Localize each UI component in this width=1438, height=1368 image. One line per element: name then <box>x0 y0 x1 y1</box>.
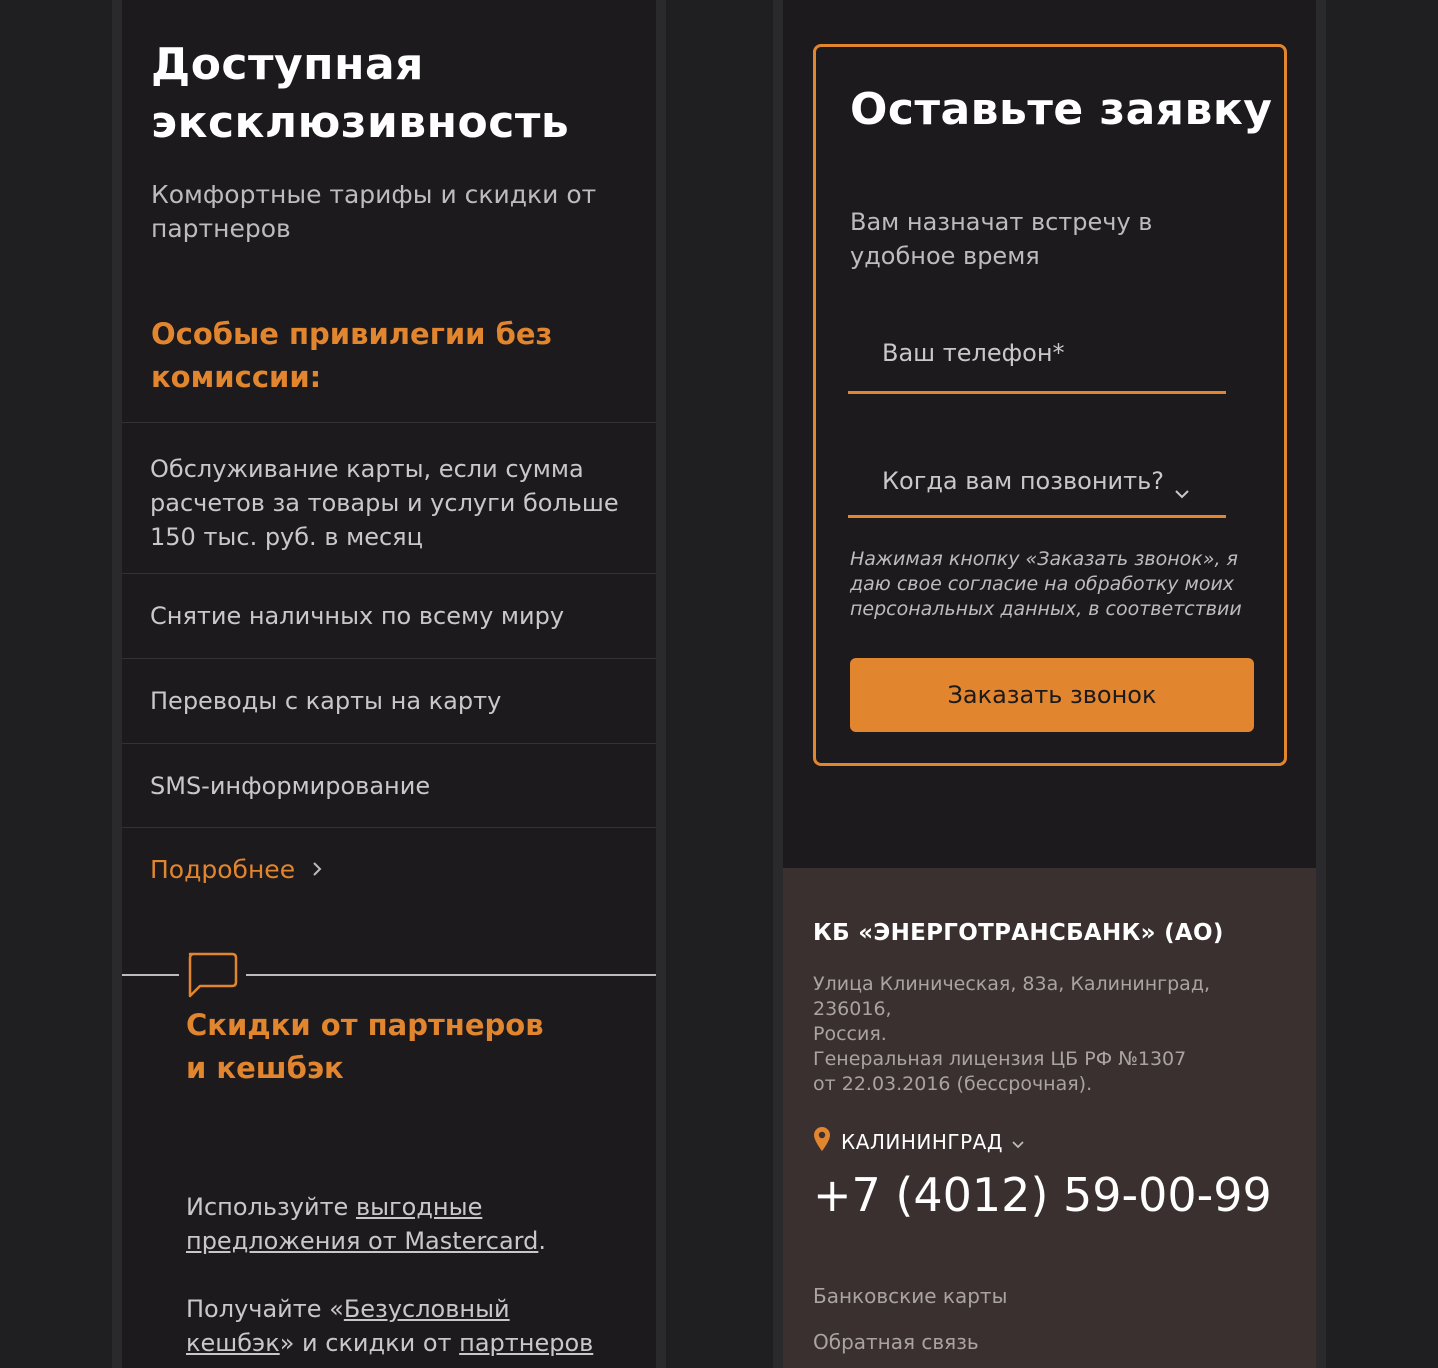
order-call-button[interactable]: Заказать звонок <box>850 658 1254 732</box>
city-selector[interactable]: КАЛИНИНГРАД <box>813 1126 1025 1157</box>
address-line: от 22.03.2016 (бессрочная). <box>813 1073 1093 1095</box>
privilege-item: Переводы с карты на карту <box>122 658 656 743</box>
location-pin-icon <box>813 1126 831 1157</box>
call-time-select[interactable]: Когда вам позвонить? <box>848 451 1226 518</box>
footer: КБ «ЭНЕРГОТРАНСБАНК» (АО) Улица Клиничес… <box>783 868 1316 1368</box>
city-name: КАЛИНИНГРАД <box>841 1129 1003 1154</box>
bank-address: Улица Клиническая, 83а, Калининград, 236… <box>813 972 1293 1097</box>
section-divider <box>246 974 656 976</box>
text-fragment: Получайте « <box>186 1295 344 1323</box>
footer-link-bank-cards[interactable]: Банковские карты <box>813 1284 1007 1308</box>
phone-field <box>848 327 1226 394</box>
privileges-heading: Особые привилегии без комиссии: <box>151 317 553 394</box>
privilege-item: SMS-информирование <box>122 743 656 828</box>
privilege-item: Обслуживание карты, если сумма расчетов … <box>122 422 656 573</box>
text-fragment: Используйте <box>186 1193 356 1221</box>
call-time-label: Когда вам позвонить? <box>882 467 1164 495</box>
address-line: Генеральная лицензия ЦБ РФ №1307 <box>813 1048 1187 1070</box>
chevron-down-icon <box>1174 477 1190 505</box>
cashback-text: Получайте «Безусловный кешбэк» и скидки … <box>186 1292 606 1360</box>
page-subtitle: Комфортные тарифы и скидки от партнеров <box>151 180 597 243</box>
chat-bubble-icon <box>184 952 240 1004</box>
address-line: Улица Клиническая, 83а, Калининград, 236… <box>813 973 1211 1020</box>
footer-link-feedback[interactable]: Обратная связь <box>813 1330 979 1354</box>
more-link[interactable]: Подробнее <box>150 852 323 888</box>
contact-phone[interactable]: +7 (4012) 59-00-99 <box>813 1168 1272 1222</box>
right-screen: Оставьте заявку Вам назначат встречу в у… <box>773 0 1326 1368</box>
chevron-right-icon <box>311 852 323 888</box>
discount-heading: Скидки от партнеров и кешбэк <box>186 1008 544 1085</box>
section-divider <box>122 974 179 976</box>
consent-text: Нажимая кнопку «Заказать звонок», я даю … <box>850 548 1242 620</box>
text-fragment: . <box>538 1227 546 1255</box>
more-link-label: Подробнее <box>150 855 296 884</box>
phone-input[interactable] <box>882 339 1202 367</box>
page-title: Доступная эксклюзивность <box>151 39 570 148</box>
privilege-item: Снятие наличных по всему миру <box>122 573 656 658</box>
address-line: Россия. <box>813 1023 887 1045</box>
text-fragment: » и скидки от <box>279 1329 460 1357</box>
privileges-list: Обслуживание карты, если сумма расчетов … <box>122 422 656 828</box>
form-subtitle: Вам назначат встречу в удобное время <box>850 208 1153 270</box>
mastercard-offer-text: Используйте выгодные предложения от Mast… <box>186 1190 606 1258</box>
callback-form: Оставьте заявку Вам назначат встречу в у… <box>813 44 1287 766</box>
chevron-down-icon <box>1011 1130 1025 1154</box>
left-screen: Доступная эксклюзивность Комфортные тари… <box>112 0 666 1368</box>
bank-name: КБ «ЭНЕРГОТРАНСБАНК» (АО) <box>813 920 1224 946</box>
partners-link[interactable]: партнеров <box>459 1329 593 1357</box>
form-title: Оставьте заявку <box>850 84 1273 135</box>
